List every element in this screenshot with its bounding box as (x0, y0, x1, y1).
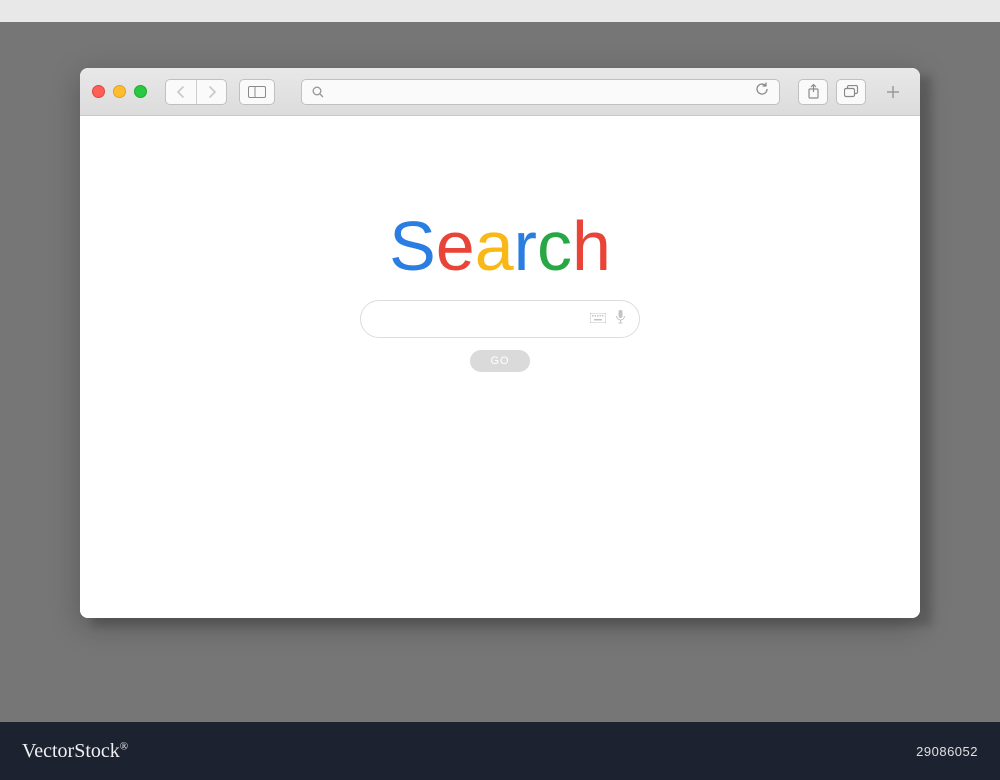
reload-icon (755, 82, 769, 96)
chevron-right-icon (207, 86, 217, 98)
toolbar-right (798, 77, 908, 107)
logo-letter: e (436, 206, 475, 286)
traffic-lights (92, 85, 147, 98)
page-content: Search GO (80, 116, 920, 618)
browser-window: Search GO (80, 68, 920, 618)
minimize-window-button[interactable] (113, 85, 126, 98)
forward-button[interactable] (196, 80, 226, 104)
maximize-window-button[interactable] (134, 85, 147, 98)
close-window-button[interactable] (92, 85, 105, 98)
microphone-icon (616, 310, 625, 324)
logo-letter: a (475, 206, 514, 286)
keyboard-icon (590, 313, 606, 323)
tabs-button[interactable] (836, 79, 866, 105)
address-input[interactable] (332, 85, 747, 99)
watermark-id: 29086052 (916, 744, 978, 759)
logo-letter: h (572, 206, 611, 286)
go-button[interactable]: GO (470, 350, 529, 372)
sidebar-icon (248, 86, 266, 98)
watermark-brand: VectorStock® (22, 740, 128, 763)
search-logo: Search (389, 206, 611, 286)
logo-letter: S (389, 206, 436, 286)
voice-search-button[interactable] (616, 310, 625, 329)
back-button[interactable] (166, 80, 196, 104)
share-icon (807, 84, 820, 99)
sidebar-toggle-button[interactable] (239, 79, 275, 105)
logo-letter: c (537, 206, 572, 286)
chevron-left-icon (176, 86, 186, 98)
browser-titlebar (80, 68, 920, 116)
address-bar[interactable] (301, 79, 780, 105)
plus-icon (886, 85, 900, 99)
keyboard-button[interactable] (590, 310, 606, 328)
search-input[interactable] (375, 312, 580, 327)
navigation-buttons (165, 79, 227, 105)
share-button[interactable] (798, 79, 828, 105)
watermark-footer: VectorStock® 29086052 (0, 722, 1000, 780)
new-tab-button[interactable] (878, 77, 908, 107)
reload-button[interactable] (755, 82, 769, 101)
search-icon (312, 86, 324, 98)
tabs-icon (844, 85, 859, 98)
logo-letter: r (514, 206, 537, 286)
search-box[interactable] (360, 300, 640, 338)
